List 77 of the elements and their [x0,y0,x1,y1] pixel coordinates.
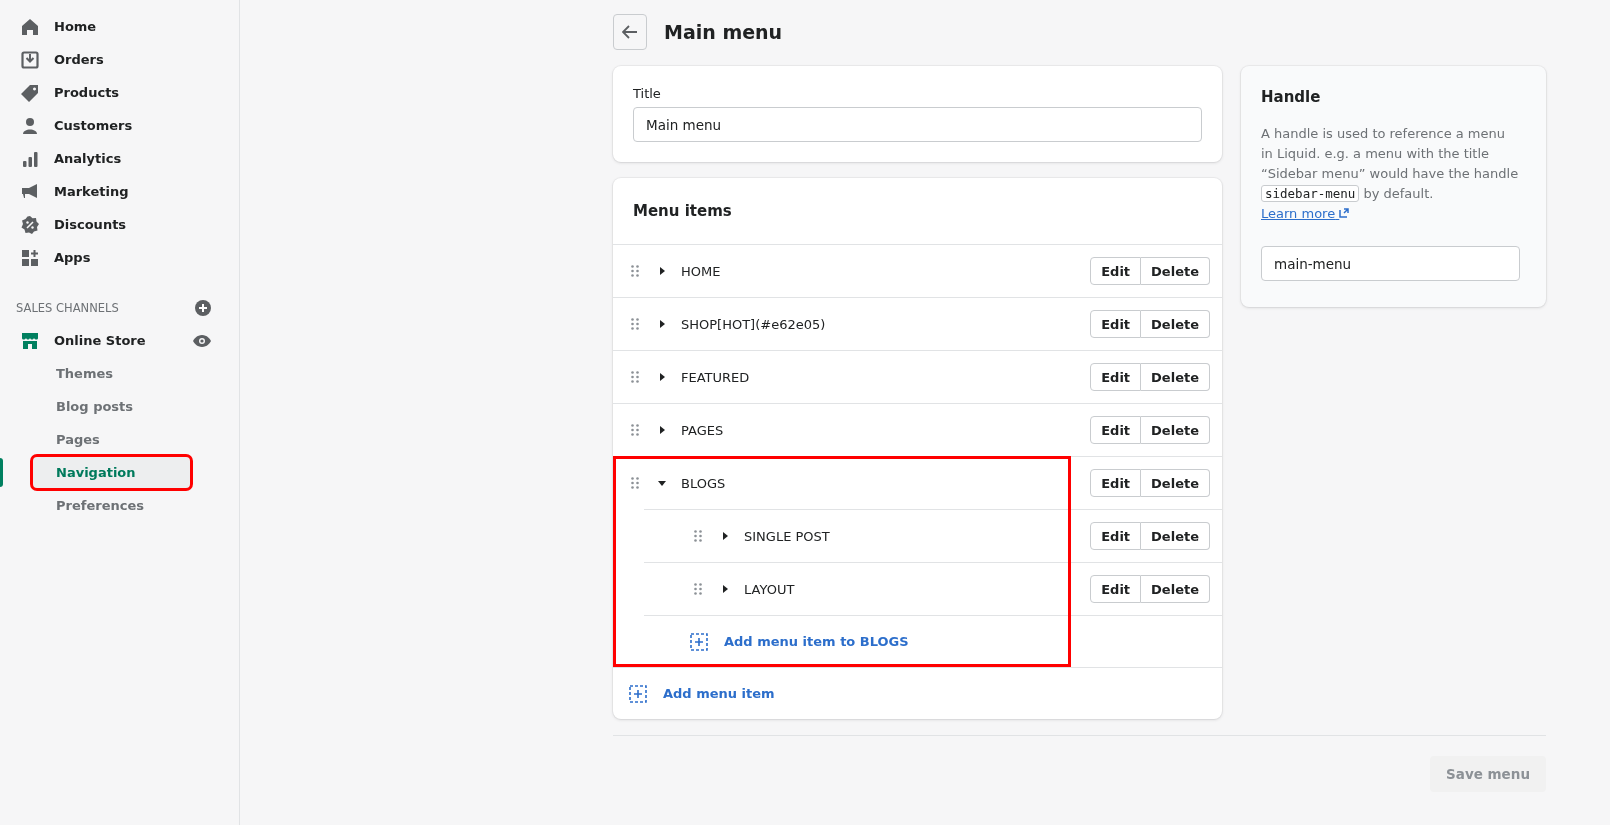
sidebar-subitem[interactable]: Blog posts [33,391,190,422]
edit-button[interactable]: Edit [1090,469,1142,497]
sidebar-subitem[interactable]: Pages [33,424,190,455]
caret-icon[interactable] [657,372,667,382]
delete-button[interactable]: Delete [1141,363,1210,391]
caret-icon[interactable] [657,425,667,435]
caret-icon[interactable] [657,266,667,276]
drag-handle-icon[interactable] [631,371,639,383]
caret-icon[interactable] [720,584,730,594]
add-menu-item-link[interactable]: Add menu item to BLOGS [724,634,909,649]
external-link-icon [1339,208,1350,218]
sidebar-subitem[interactable]: Navigation [33,457,190,488]
edit-button[interactable]: Edit [1090,257,1142,285]
active-indicator [0,458,3,487]
drag-handle-icon[interactable] [694,530,702,542]
delete-button[interactable]: Delete [1141,575,1210,603]
card-heading: Handle [1261,88,1322,106]
caret-icon[interactable] [657,319,667,329]
menu-item-label: PAGES [681,422,725,438]
sidebar-item[interactable]: Orders [0,43,239,76]
sidebar-subitem[interactable]: Preferences [33,490,190,521]
caret-icon[interactable] [657,478,667,488]
back-arrow-icon [622,25,638,39]
add-icon [629,684,647,703]
delete-button[interactable]: Delete [1141,522,1210,550]
add-menu-item-link[interactable]: Add menu item [663,686,775,701]
sidebar-item[interactable]: Apps [0,241,239,274]
menu-item-label: SINGLE POST [744,528,831,544]
title-input-field[interactable]: Main menu [633,107,1202,142]
edit-button[interactable]: Edit [1090,575,1142,603]
person-icon [21,116,39,135]
delete-button[interactable]: Delete [1141,310,1210,338]
sidebar-item[interactable]: Online Store [21,324,146,357]
apps-icon [21,248,39,267]
discount-icon [21,215,39,234]
drag-handle-icon[interactable] [631,265,639,277]
delete-button[interactable]: Delete [1141,416,1210,444]
section-title: SALES CHANNELS [16,300,119,315]
handle-input-field[interactable]: main-menu [1261,246,1520,281]
edit-button[interactable]: Edit [1090,416,1142,444]
tag-icon [21,83,39,102]
drag-handle-icon[interactable] [631,318,639,330]
learn-more-link[interactable]: Learn more [1261,206,1350,221]
edit-button[interactable]: Edit [1090,363,1142,391]
add-circle-icon[interactable] [195,299,211,316]
field-label: Title [633,86,662,101]
handle-description: A handle is used to reference a menu in Liquid. e.g. a menu with the title “Sidebar menu” would have the handle sidebar-menu by default. Learn more [1261,125,1520,223]
menu-item-label: BLOGS [681,475,727,491]
card-heading: Menu items [633,202,733,220]
drag-handle-icon[interactable] [631,424,639,436]
caret-icon[interactable] [720,531,730,541]
sidebar-subitem[interactable]: Themes [33,358,190,389]
megaphone-icon [21,182,39,201]
menu-item-label: LAYOUT [744,581,796,597]
edit-button[interactable]: Edit [1090,522,1142,550]
home-icon [21,17,39,36]
sidebar-item[interactable]: Marketing [0,175,239,208]
store-icon [21,331,39,350]
sidebar-item[interactable]: Discounts [0,208,239,241]
drag-handle-icon[interactable] [631,477,639,489]
edit-button[interactable]: Edit [1090,310,1142,338]
orders-icon [21,50,39,69]
back-button[interactable] [613,14,647,50]
sidebar-item[interactable]: Home [0,10,239,43]
add-icon [690,632,708,651]
sidebar-item[interactable]: Analytics [0,142,239,175]
drag-handle-icon[interactable] [694,583,702,595]
eye-icon[interactable] [193,334,211,347]
bars-icon [21,149,39,168]
sidebar-item[interactable]: Products [0,76,239,109]
delete-button[interactable]: Delete [1141,257,1210,285]
menu-item-label: SHOP[HOT](#e62e05) [681,316,827,332]
page-title: Main menu [664,21,783,43]
menu-item-label: FEATURED [681,369,751,385]
delete-button[interactable]: Delete [1141,469,1210,497]
menu-item-label: HOME [681,263,722,279]
sidebar-item[interactable]: Customers [0,109,239,142]
